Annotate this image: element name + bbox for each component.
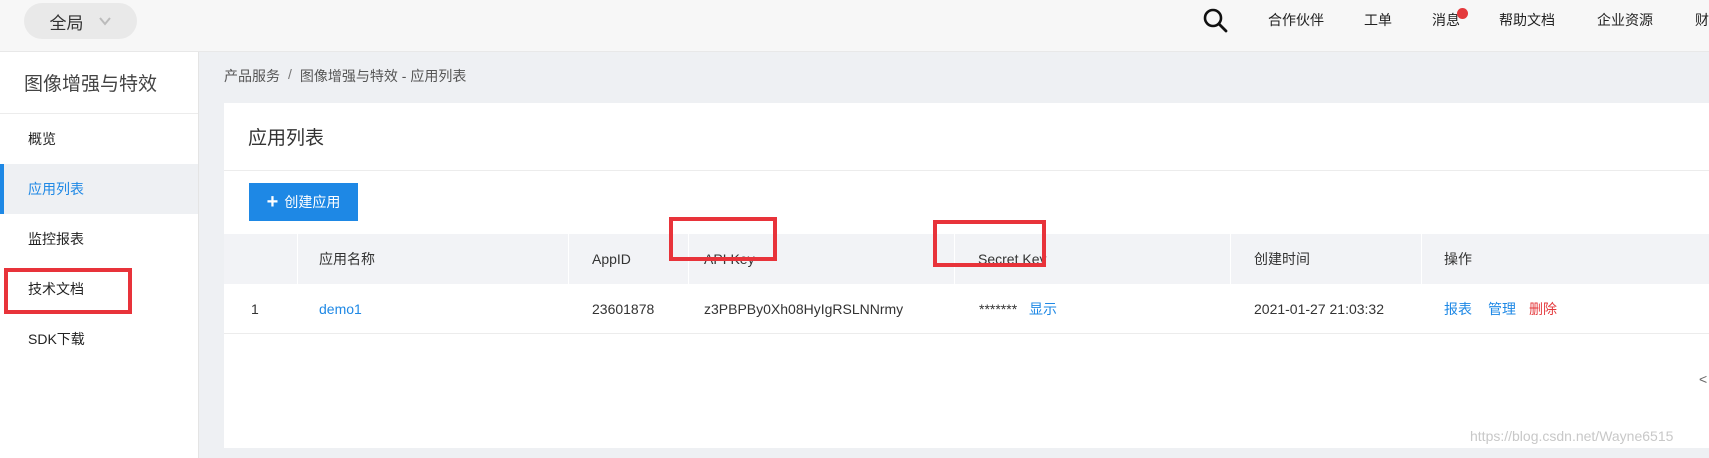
nav-partners[interactable]: 合作伙伴 [1268, 10, 1324, 30]
column-divider [297, 234, 298, 284]
secret-key-mask: ******* [979, 301, 1018, 317]
chevron-down-icon [98, 17, 111, 26]
sidebar-item-label: 应用列表 [28, 181, 84, 197]
sidebar-title: 图像增强与特效 [0, 52, 198, 114]
sidebar-item-sdk-download[interactable]: SDK下载 [0, 314, 198, 364]
page-title: 应用列表 [224, 103, 1709, 171]
nav-help-docs[interactable]: 帮助文档 [1499, 10, 1555, 30]
column-header-created: 创建时间 [1254, 251, 1310, 267]
column-header-name: 应用名称 [319, 251, 375, 267]
api-key-value: z3PBPBy0Xh08HyIgRSLNNrmy [704, 301, 904, 317]
scope-label: 全局 [49, 13, 84, 33]
sidebar-item-overview[interactable]: 概览 [0, 114, 198, 164]
sidebar-item-app-list[interactable]: 应用列表 [0, 164, 198, 214]
column-divider [568, 234, 569, 284]
column-header-actions: 操作 [1444, 251, 1472, 267]
sidebar-item-label: 监控报表 [28, 231, 84, 247]
table-row: 1 demo1 23601878 z3PBPBy0Xh08HyIgRSLNNrm… [224, 284, 1709, 334]
notification-dot [1457, 8, 1468, 19]
sidebar-item-monitoring[interactable]: 监控报表 [0, 214, 198, 264]
search-icon[interactable] [1202, 7, 1228, 33]
main-panel: 应用列表 + 创建应用 应用名称 AppID API Key Secret Ke… [224, 103, 1709, 448]
manage-link[interactable]: 管理 [1488, 284, 1516, 334]
show-secret-link[interactable]: 显示 [1029, 284, 1057, 334]
breadcrumb-current: 图像增强与特效 - 应用列表 [299, 68, 467, 84]
app-id-value: 23601878 [592, 301, 655, 317]
nav-messages[interactable]: 消息 [1432, 10, 1460, 30]
create-app-label: 创建应用 [284, 194, 341, 210]
highlight-box-api-key [669, 217, 777, 261]
column-header-appid: AppID [592, 251, 631, 267]
top-bar: 全局 合作伙伴 工单 消息 帮助文档 企业资源 财 [0, 0, 1709, 52]
delete-link[interactable]: 删除 [1529, 284, 1557, 334]
row-index: 1 [251, 301, 259, 317]
sidebar-item-label: 概览 [28, 131, 56, 147]
breadcrumb-product-services[interactable]: 产品服务 [224, 66, 280, 86]
watermark: https://blog.csdn.net/Wayne6515 [1470, 428, 1674, 444]
nav-tickets[interactable]: 工单 [1364, 10, 1392, 30]
sidebar: 图像增强与特效 概览 应用列表 监控报表 技术文档 SDK下载 [0, 52, 199, 458]
breadcrumb: 产品服务 / 图像增强与特效 - 应用列表 [224, 66, 466, 86]
scope-selector[interactable]: 全局 [24, 3, 137, 39]
column-divider [1230, 234, 1231, 284]
nav-enterprise-resources[interactable]: 企业资源 [1597, 10, 1653, 30]
highlight-box-tech-docs [4, 268, 132, 314]
app-name-link[interactable]: demo1 [319, 284, 362, 334]
plus-icon: + [266, 191, 279, 213]
sidebar-item-label: SDK下载 [28, 331, 85, 347]
highlight-box-secret-key [933, 220, 1046, 267]
pagination-prev-button[interactable]: < [1699, 371, 1707, 387]
breadcrumb-separator: / [288, 66, 292, 82]
create-app-button[interactable]: + 创建应用 [249, 183, 358, 221]
column-divider [1421, 234, 1422, 284]
created-time-value: 2021-01-27 21:03:32 [1254, 301, 1384, 317]
nav-finance[interactable]: 财 [1695, 10, 1709, 30]
report-link[interactable]: 报表 [1444, 284, 1472, 334]
